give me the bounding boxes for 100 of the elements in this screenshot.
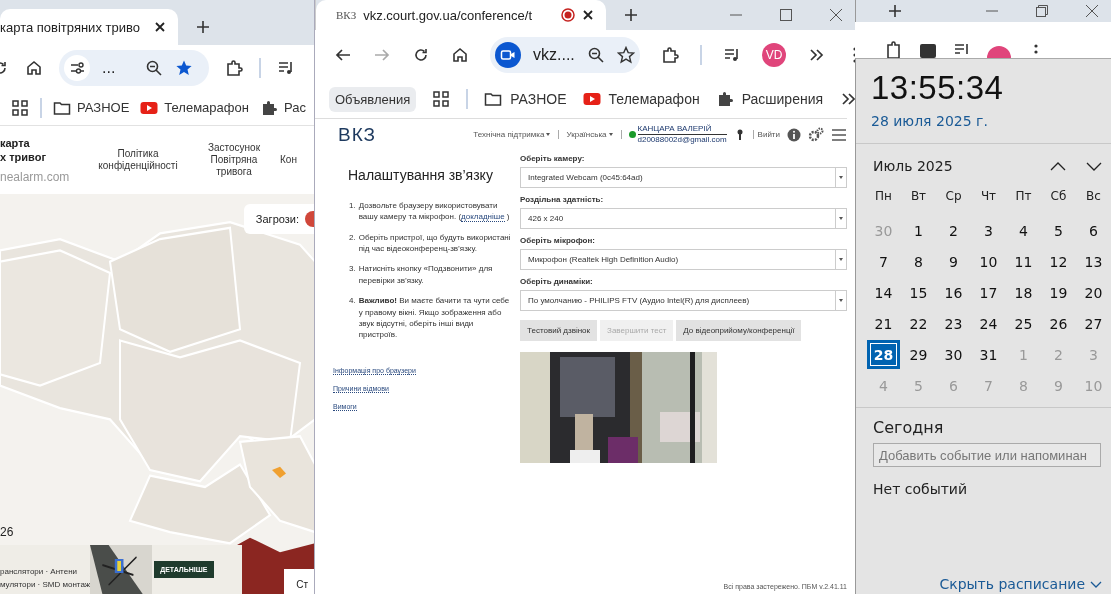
clock-time: 13:55:34 (871, 69, 1005, 107)
calendar-day[interactable]: 7 (867, 247, 900, 276)
address-text: vkz.... (533, 46, 575, 64)
reload-icon[interactable] (412, 46, 430, 64)
browser-tab[interactable]: ВКЗ vkz.court.gov.ua/conference/t (316, 0, 606, 30)
calendar-day[interactable]: 27 (1077, 309, 1110, 338)
home-icon[interactable] (25, 58, 43, 77)
nav-link[interactable]: Політика конфіденційності (88, 148, 188, 172)
home-icon[interactable] (451, 46, 469, 64)
zoom-out-icon[interactable] (145, 58, 163, 77)
site-logo[interactable]: ВКЗ (338, 123, 376, 146)
new-tab-icon[interactable] (624, 8, 638, 22)
address-bar[interactable]: vkz.... (490, 37, 640, 73)
calendar-day[interactable]: 13 (1077, 247, 1110, 276)
select-field[interactable]: 426 x 240 (520, 208, 847, 229)
tab-title: карта повітряних триво (0, 19, 141, 35)
calendar-day[interactable]: 11 (1007, 247, 1040, 276)
step-text: Важливо! Ви маєте бачити та чути себе у правому вікні. Якщо зображення або звук відсутні, оберіть інші види пристроїв. (358, 295, 511, 341)
hide-schedule-link[interactable]: Скрыть расписание (939, 576, 1102, 594)
calendar-day[interactable]: 19 (1042, 278, 1075, 307)
browser-tab[interactable]: карта повітряних триво (0, 9, 178, 45)
maximize-icon[interactable] (779, 8, 793, 22)
apps-grid-icon[interactable] (432, 90, 451, 108)
favicon-text: ВКЗ (336, 9, 357, 21)
bookmark-folder[interactable]: РАЗНОЕ (484, 90, 567, 108)
bookmark-link[interactable]: Телемарафон (582, 90, 700, 108)
close-icon[interactable] (582, 9, 594, 21)
calendar-day[interactable]: 16 (937, 278, 970, 307)
calendar-day[interactable]: 6 (1077, 216, 1110, 245)
profile-avatar[interactable]: VD (762, 43, 786, 67)
calendar-day[interactable]: 29 (902, 340, 935, 369)
bookmark-link[interactable]: Телемарафон (140, 98, 249, 117)
restore-icon[interactable] (1035, 4, 1049, 18)
star-icon[interactable] (616, 46, 635, 64)
calendar-day[interactable]: 17 (972, 278, 1005, 307)
date-link[interactable]: 28 июля 2025 г. (871, 113, 1096, 129)
field-label: Оберіть мікрофон: (520, 236, 596, 245)
select-field[interactable]: По умолчанию - PHILIPS FTV (Аудио Intel(R) для дисплеев) (520, 290, 847, 311)
calendar-day[interactable]: 15 (902, 278, 935, 307)
info-icon[interactable] (787, 127, 801, 142)
tab-title: vkz.court.gov.ua/conference/t (363, 7, 534, 23)
dropdown-menu[interactable]: Українська (566, 130, 622, 139)
bookmark-link[interactable]: Рас (259, 98, 306, 117)
calendar-day[interactable]: 9 (937, 247, 970, 276)
calendar-day[interactable]: 21 (867, 309, 900, 338)
menu-icon[interactable] (831, 126, 847, 143)
calendar-day[interactable]: 22 (902, 309, 935, 338)
empty-text: Нет событий (873, 481, 969, 497)
calendar-day[interactable]: 12 (1042, 247, 1075, 276)
calendar-day[interactable]: 24 (972, 309, 1005, 338)
nav-link[interactable]: Застосунок Повітряна тривога (196, 142, 272, 178)
calendar-day[interactable]: 14 (867, 278, 900, 307)
calendar-day[interactable]: 3 (972, 216, 1005, 245)
zoom-out-icon[interactable] (586, 46, 605, 64)
calendar-day[interactable]: 4 (1007, 216, 1040, 245)
new-tab-icon[interactable] (196, 20, 210, 34)
calendar-day[interactable]: 26 (1042, 309, 1075, 338)
avatar-icon[interactable] (987, 46, 1011, 58)
dropdown-menu[interactable]: Технічна підтримка (473, 130, 560, 139)
step-text: Натисніть кнопку «Подзвонити» для перевірки зв’язку. (358, 263, 494, 287)
calendar-day[interactable]: 1 (902, 216, 935, 245)
action-button[interactable]: До відеоприйому/конференції (676, 320, 802, 341)
folder-icon (484, 90, 503, 108)
calendar-day[interactable]: 30 (937, 340, 970, 369)
close-icon[interactable] (154, 21, 166, 33)
apps-grid-icon[interactable] (11, 98, 29, 117)
playlist-icon[interactable] (723, 46, 741, 64)
field-label: Роздільна здатність: (520, 195, 605, 204)
bookmark-chip[interactable]: Объявления (329, 86, 417, 112)
play-icon (582, 90, 601, 108)
select-field[interactable]: Integrated Webcam (0c45:64ad) (520, 167, 847, 188)
bookmark-folder[interactable]: РАЗНОЕ (53, 98, 130, 117)
weekday-label: Ср (944, 188, 963, 205)
bookmark-link[interactable]: Расширения (715, 90, 824, 108)
calendar-day[interactable]: 25 (1007, 309, 1040, 338)
calendar-day[interactable]: 8 (902, 247, 935, 276)
weekday-label: Чт (979, 188, 998, 205)
calendar-day[interactable]: 5 (1042, 216, 1075, 245)
calendar-day[interactable]: 18 (1007, 278, 1040, 307)
action-button[interactable]: Тестовий дзвінок (520, 320, 598, 341)
nav-link[interactable]: Кон (280, 154, 297, 166)
tune-icon[interactable] (64, 54, 90, 81)
new-tab-icon[interactable] (888, 4, 902, 18)
user-name[interactable]: КАНЦАРА ВАЛЕРІЙ (637, 124, 727, 135)
calendar-day[interactable]: 20 (1077, 278, 1110, 307)
calendar-day[interactable]: 23 (937, 309, 970, 338)
calendar-day[interactable]: 10 (972, 247, 1005, 276)
calendar-day[interactable]: 31 (972, 340, 1005, 369)
month-title[interactable]: Июль 2025 (873, 158, 1030, 174)
site-title[interactable]: карта х тривог (0, 135, 88, 165)
logout-link[interactable]: Вийти (752, 130, 780, 139)
more-link[interactable]: докладніше (461, 212, 505, 223)
address-bar[interactable]: ... (59, 49, 209, 86)
section-title: Сегодня (873, 418, 945, 437)
event-input[interactable]: Добавить событие или напоминан (873, 443, 1101, 467)
step-number: 2. (349, 231, 356, 244)
recording-icon (561, 8, 575, 22)
select-field[interactable]: Микрофон (Realtek High Definition Audio) (520, 249, 847, 270)
calendar-day[interactable]: 2 (937, 216, 970, 245)
calendar-day[interactable]: 28 (867, 340, 900, 369)
